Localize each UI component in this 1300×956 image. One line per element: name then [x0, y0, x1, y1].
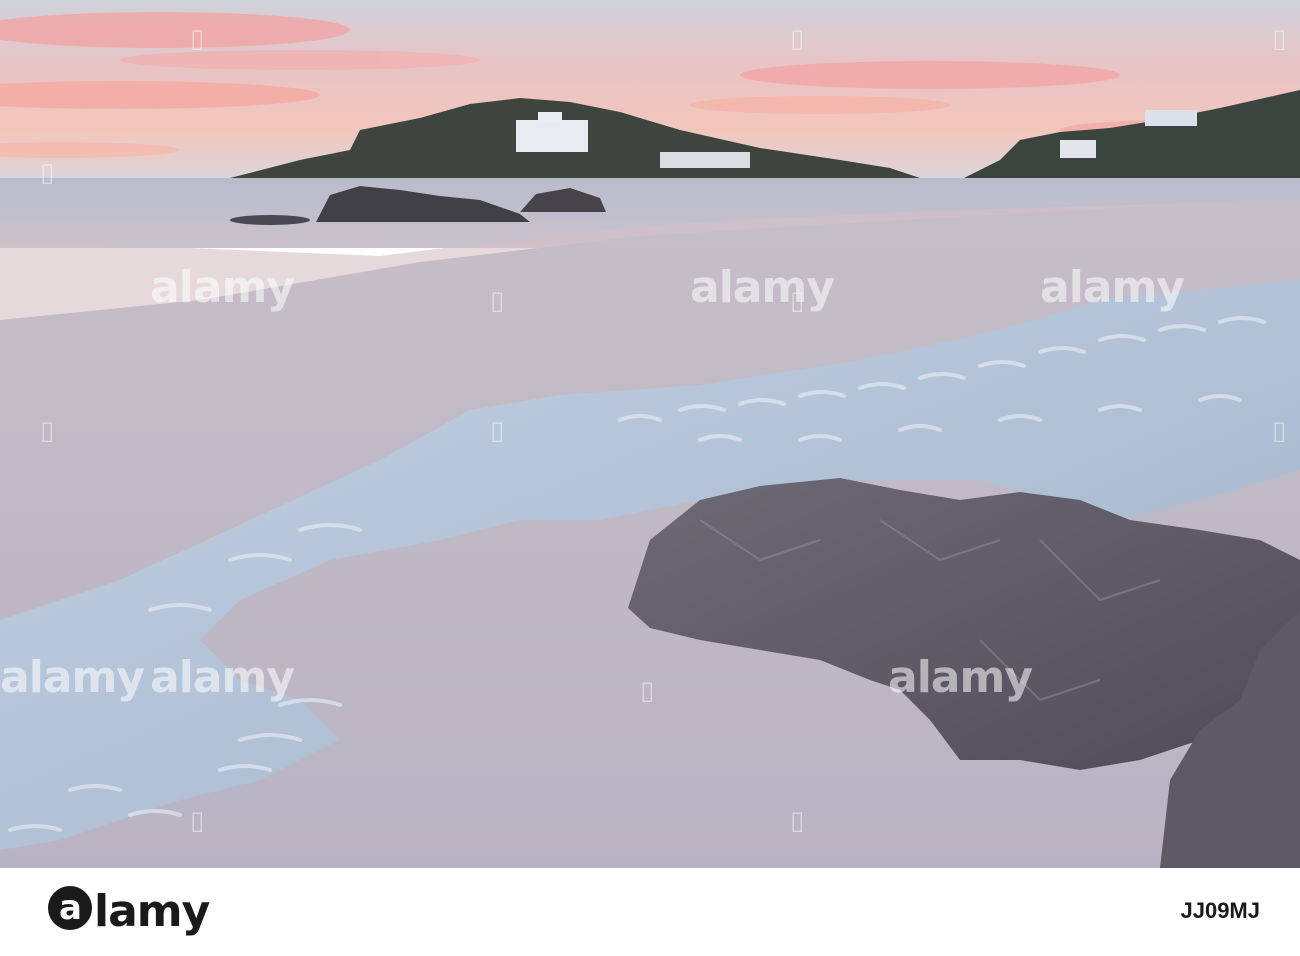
image-id: JJ09MJ: [1180, 898, 1260, 923]
logo-a-icon: a: [48, 886, 92, 930]
logo-text: lamy: [94, 886, 210, 937]
beach-scene: [0, 0, 1300, 868]
footer-logo: a lamy: [48, 886, 210, 937]
footer-bar: a lamy JJ09MJ: [0, 868, 1300, 956]
hotel-building: [516, 120, 588, 152]
beach-photo: alamy alamy alamy alamy alamy alamy ▯ ▯ …: [0, 0, 1300, 868]
